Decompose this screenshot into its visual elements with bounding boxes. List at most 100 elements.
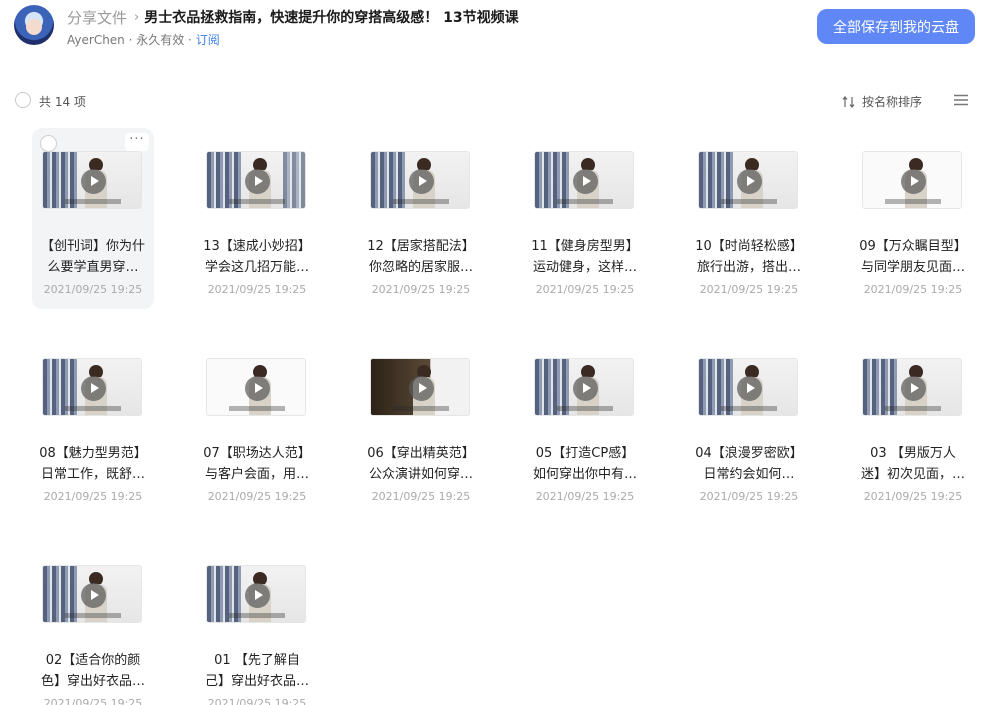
video-thumbnail[interactable] — [862, 358, 962, 416]
file-card[interactable]: 03 【男版万人 迷】初次见面，… 2021/09/25 19:25 — [852, 335, 974, 516]
subtitle-bar — [65, 613, 121, 618]
more-options-icon[interactable]: ··· — [125, 133, 149, 151]
file-toolbar: 共 14 项 按名称排序 — [0, 88, 1002, 114]
file-card[interactable]: 13【速成小妙招】 学会这几招万能… 2021/09/25 19:25 — [196, 128, 318, 309]
file-card[interactable]: 09【万众瞩目型】 与同学朋友见面… 2021/09/25 19:25 — [852, 128, 974, 309]
file-card[interactable]: 01 【先了解自 己】穿出好衣品… 2021/09/25 19:25 — [196, 542, 318, 705]
file-card[interactable]: 07【职场达人范】 与客户会面，用… 2021/09/25 19:25 — [196, 335, 318, 516]
breadcrumb-share-files[interactable]: 分享文件 — [67, 7, 127, 28]
file-name-line: 03 【男版万人 — [870, 446, 956, 461]
file-name[interactable]: 06【穿出精英范】 公众演讲如何穿… — [360, 443, 482, 485]
file-name[interactable]: 12【居家搭配法】 你忽略的居家服… — [360, 236, 482, 278]
file-name[interactable]: 10【时尚轻松感】 旅行出游，搭出… — [688, 236, 810, 278]
file-name[interactable]: 09【万众瞩目型】 与同学朋友见面… — [852, 236, 974, 278]
breadcrumb: 分享文件 › 男士衣品拯救指南，快速提升你的穿搭高级感！ 13节视频课 — [67, 7, 519, 27]
file-date: 2021/09/25 19:25 — [371, 283, 471, 296]
file-date: 2021/09/25 19:25 — [535, 490, 635, 503]
file-card[interactable]: 11【健身房型男】 运动健身，这样… 2021/09/25 19:25 — [524, 128, 646, 309]
file-card[interactable]: 04【浪漫罗密欧】 日常约会如何… 2021/09/25 19:25 — [688, 335, 810, 516]
file-name[interactable]: 【创刊词】你为什 么要学直男穿… — [32, 236, 154, 278]
subtitle-bar — [229, 199, 285, 204]
owner-avatar[interactable] — [14, 5, 54, 45]
play-icon[interactable] — [901, 376, 926, 401]
file-name-line: 么要学直男穿… — [47, 260, 139, 275]
file-name[interactable]: 07【职场达人范】 与客户会面，用… — [196, 443, 318, 485]
owner-name[interactable]: AyerChen — [67, 33, 125, 47]
video-thumbnail[interactable] — [370, 151, 470, 209]
video-thumbnail[interactable] — [206, 358, 306, 416]
subtitle-bar — [885, 199, 941, 204]
file-date: 2021/09/25 19:25 — [863, 490, 963, 503]
file-name-line: 09【万众瞩目型】 — [859, 239, 967, 254]
subtitle-bar — [393, 199, 449, 204]
play-icon[interactable] — [245, 376, 270, 401]
play-icon[interactable] — [573, 169, 598, 194]
file-name-line: 07【职场达人范】 — [203, 446, 311, 461]
file-name-line: 13【速成小妙招】 — [203, 239, 311, 254]
clothes-rack-graphic — [283, 152, 305, 208]
file-name[interactable]: 01 【先了解自 己】穿出好衣品… — [196, 650, 318, 692]
video-thumbnail[interactable] — [206, 565, 306, 623]
file-date: 2021/09/25 19:25 — [207, 283, 307, 296]
subtitle-bar — [393, 406, 449, 411]
file-name-line: 05【打造CP感】 — [535, 446, 635, 461]
file-name-line: 运动健身，这样… — [532, 260, 637, 275]
file-card[interactable]: 05【打造CP感】 如何穿出你中有… 2021/09/25 19:25 — [524, 335, 646, 516]
video-thumbnail[interactable] — [42, 565, 142, 623]
file-name-line: 学会这几招万能… — [204, 260, 309, 275]
list-view-icon[interactable] — [953, 94, 969, 106]
file-card[interactable]: 06【穿出精英范】 公众演讲如何穿… 2021/09/25 19:25 — [360, 335, 482, 516]
video-thumbnail[interactable] — [42, 151, 142, 209]
file-name[interactable]: 11【健身房型男】 运动健身，这样… — [524, 236, 646, 278]
share-header: 分享文件 › 男士衣品拯救指南，快速提升你的穿搭高级感！ 13节视频课 Ayer… — [0, 0, 1002, 60]
file-name-line: 色】穿出好衣品… — [40, 674, 145, 689]
subscribe-link[interactable]: 订阅 — [196, 33, 220, 47]
play-icon[interactable] — [81, 376, 106, 401]
file-name[interactable]: 04【浪漫罗密欧】 日常约会如何… — [688, 443, 810, 485]
video-thumbnail[interactable] — [698, 151, 798, 209]
play-icon[interactable] — [573, 376, 598, 401]
file-checkbox[interactable] — [40, 135, 57, 152]
play-icon[interactable] — [737, 376, 762, 401]
video-thumbnail[interactable] — [862, 151, 962, 209]
file-name[interactable]: 13【速成小妙招】 学会这几招万能… — [196, 236, 318, 278]
play-icon[interactable] — [409, 376, 434, 401]
subtitle-bar — [65, 406, 121, 411]
file-name-line: 06【穿出精英范】 — [367, 446, 475, 461]
video-thumbnail[interactable] — [534, 151, 634, 209]
file-card[interactable]: 10【时尚轻松感】 旅行出游，搭出… 2021/09/25 19:25 — [688, 128, 810, 309]
file-name[interactable]: 08【魅力型男范】 日常工作，既舒… — [32, 443, 154, 485]
file-name-line: 11【健身房型男】 — [531, 239, 639, 254]
file-name-line: 与客户会面，用… — [204, 467, 309, 482]
file-name[interactable]: 03 【男版万人 迷】初次见面，… — [852, 443, 974, 485]
video-thumbnail[interactable] — [698, 358, 798, 416]
play-icon[interactable] — [81, 169, 106, 194]
play-icon[interactable] — [409, 169, 434, 194]
file-name[interactable]: 05【打造CP感】 如何穿出你中有… — [524, 443, 646, 485]
play-icon[interactable] — [737, 169, 762, 194]
sort-label: 按名称排序 — [862, 95, 923, 109]
play-icon[interactable] — [245, 583, 270, 608]
select-all-checkbox[interactable] — [15, 92, 31, 108]
video-thumbnail[interactable] — [42, 358, 142, 416]
play-icon[interactable] — [901, 169, 926, 194]
file-name-line: 【创刊词】你为什 — [40, 239, 145, 254]
file-card[interactable]: 12【居家搭配法】 你忽略的居家服… 2021/09/25 19:25 — [360, 128, 482, 309]
play-icon[interactable] — [81, 583, 106, 608]
sort-button[interactable]: 按名称排序 — [842, 93, 922, 110]
video-thumbnail[interactable] — [206, 151, 306, 209]
file-name-line: 日常工作，既舒… — [40, 467, 145, 482]
file-name-line: 04【浪漫罗密欧】 — [695, 446, 803, 461]
subtitle-bar — [557, 199, 613, 204]
video-thumbnail[interactable] — [370, 358, 470, 416]
play-icon[interactable] — [245, 169, 270, 194]
file-card[interactable]: 08【魅力型男范】 日常工作，既舒… 2021/09/25 19:25 — [32, 335, 154, 516]
file-name-line: 旅行出游，搭出… — [696, 260, 801, 275]
file-card[interactable]: 02【适合你的颜 色】穿出好衣品… 2021/09/25 19:25 — [32, 542, 154, 705]
video-thumbnail[interactable] — [534, 358, 634, 416]
file-name[interactable]: 02【适合你的颜 色】穿出好衣品… — [32, 650, 154, 692]
save-all-button[interactable]: 全部保存到我的云盘 — [817, 9, 975, 44]
file-card[interactable]: ··· 【创刊词】你为什 么要学直男穿… 2021/09/25 19:25 — [32, 128, 154, 309]
page-title: 男士衣品拯救指南，快速提升你的穿搭高级感！ 13节视频课 — [144, 10, 519, 26]
file-date: 2021/09/25 19:25 — [699, 283, 799, 296]
